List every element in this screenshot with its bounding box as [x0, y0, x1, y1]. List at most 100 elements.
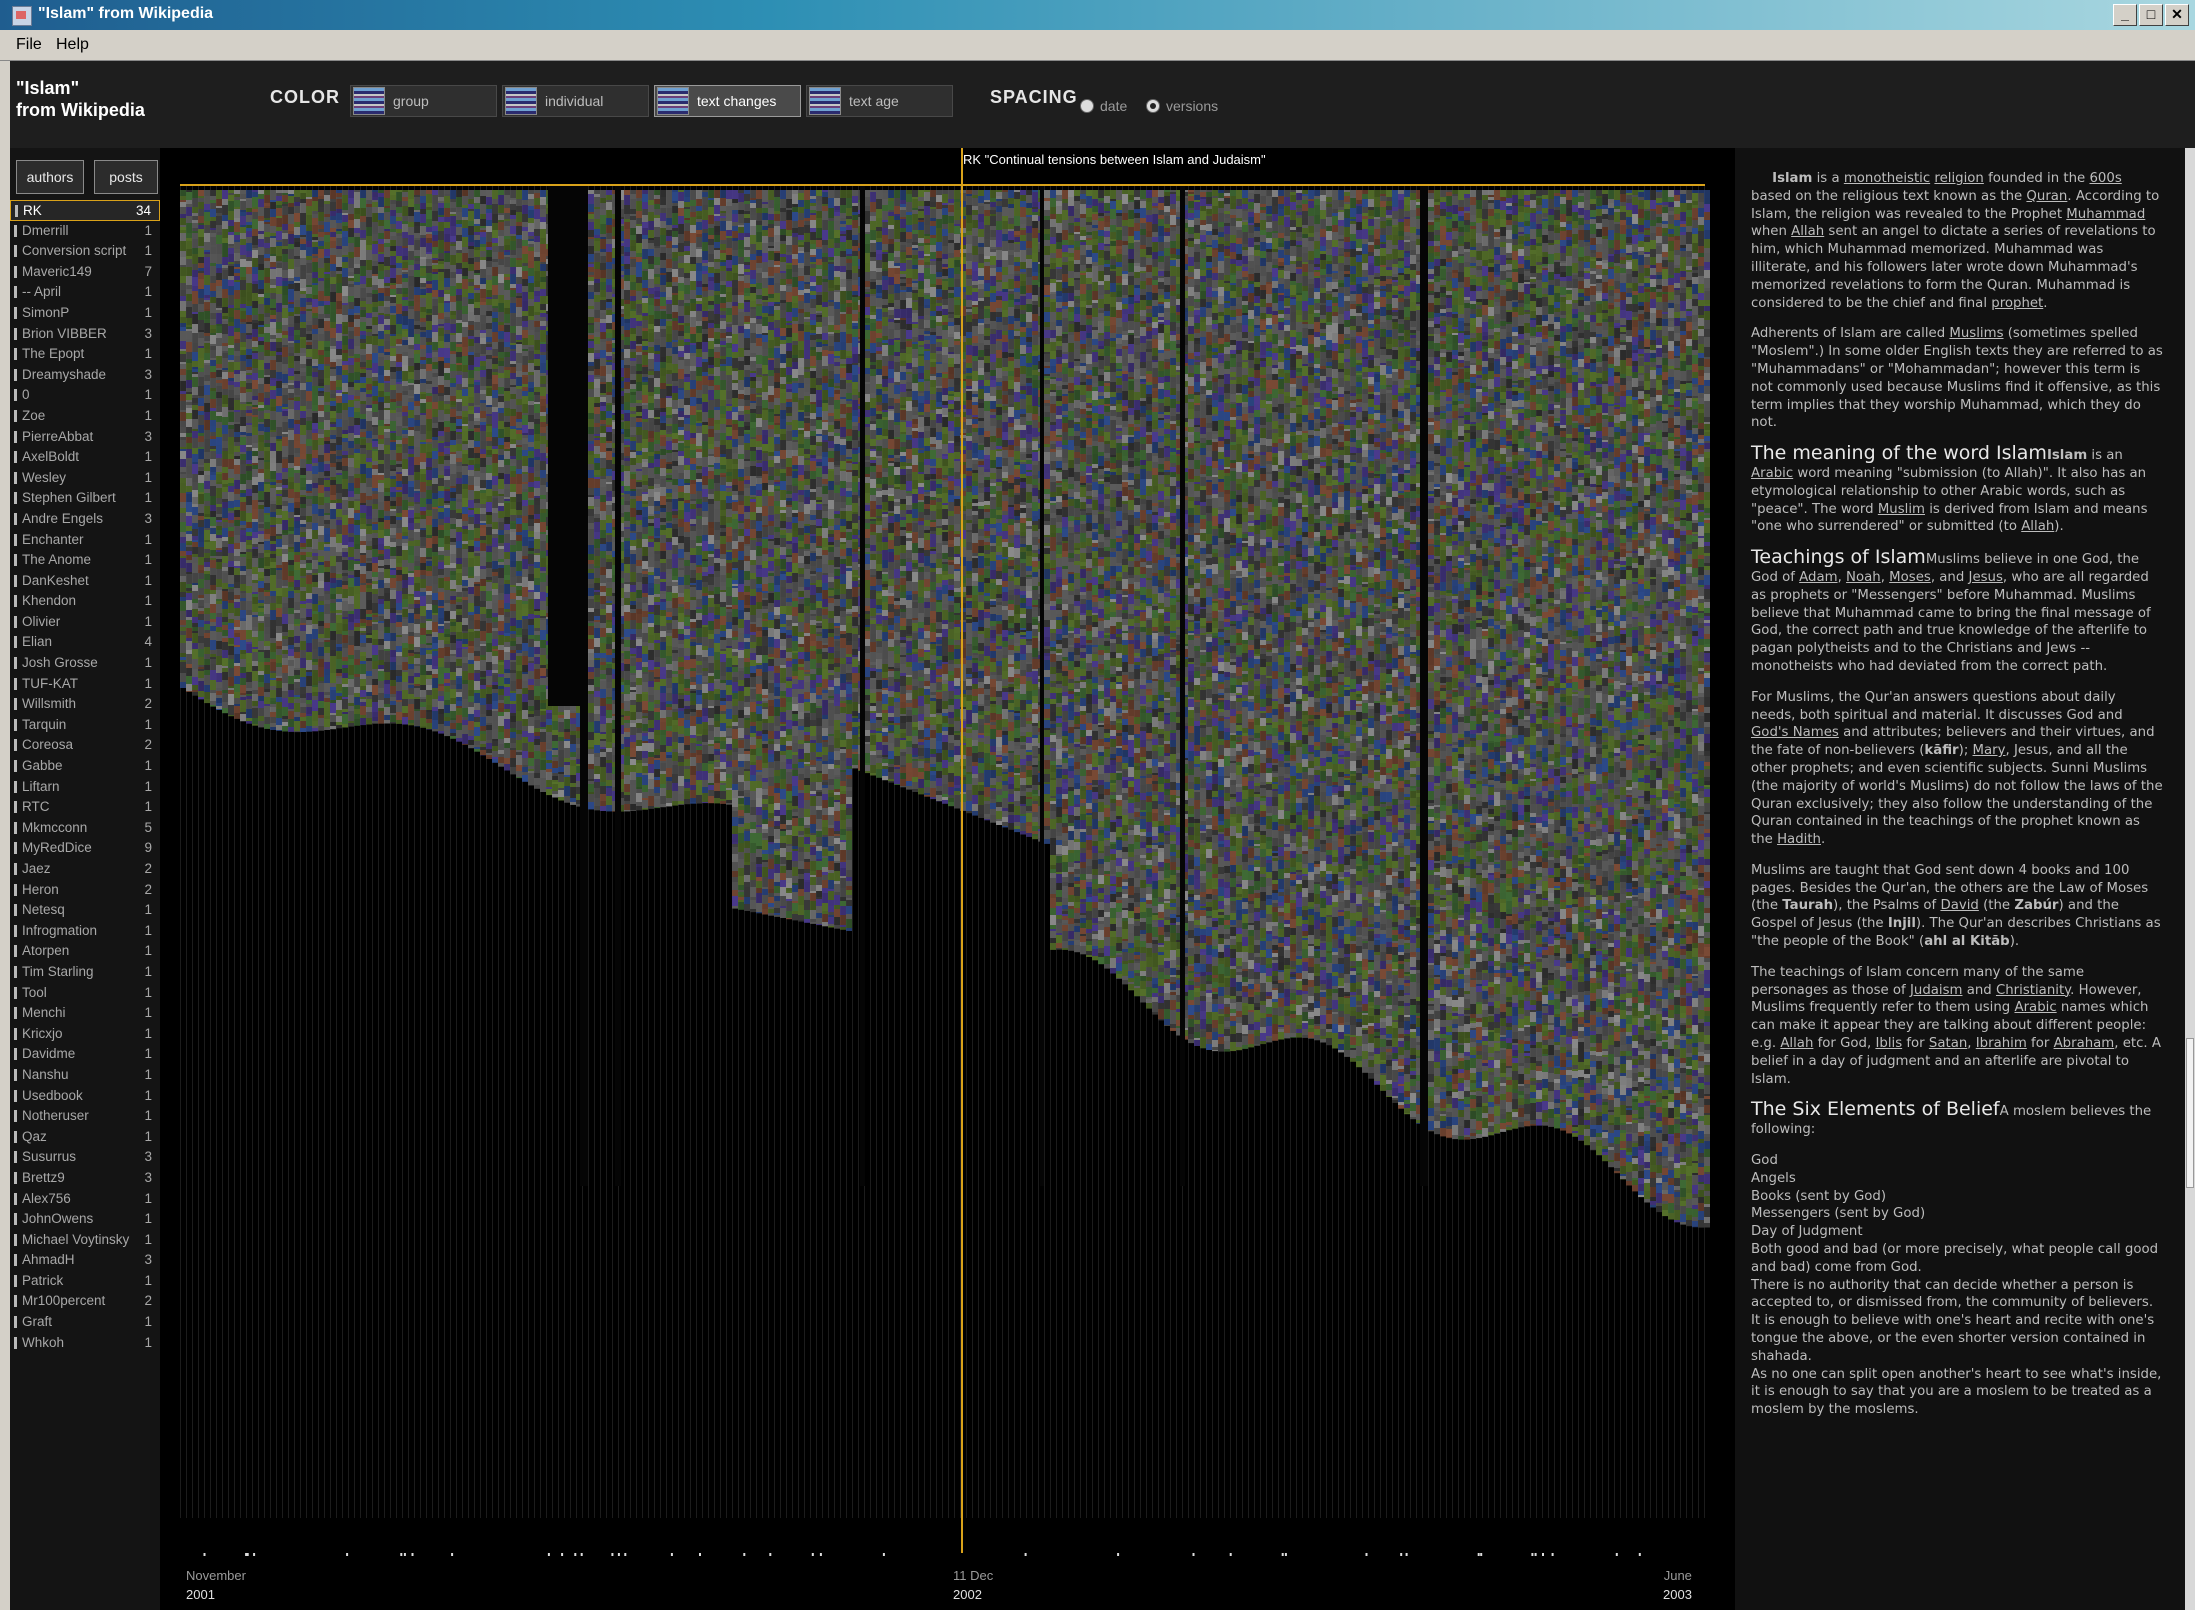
text-segment[interactable]	[198, 279, 204, 289]
text-segment[interactable]	[456, 472, 462, 478]
text-segment[interactable]	[180, 459, 186, 467]
text-segment[interactable]	[318, 659, 324, 667]
text-segment[interactable]	[294, 590, 300, 593]
text-segment[interactable]	[264, 220, 270, 222]
text-segment[interactable]	[258, 621, 264, 623]
text-segment[interactable]	[258, 608, 264, 612]
text-segment[interactable]	[372, 353, 378, 363]
text-segment[interactable]	[312, 560, 318, 569]
text-segment[interactable]	[402, 248, 408, 256]
text-segment[interactable]	[270, 704, 276, 707]
text-segment[interactable]	[456, 723, 462, 730]
text-segment[interactable]	[330, 328, 336, 338]
text-segment[interactable]	[264, 350, 270, 356]
text-segment[interactable]	[378, 190, 384, 193]
text-segment[interactable]	[390, 713, 396, 715]
text-segment[interactable]	[420, 530, 426, 537]
text-segment[interactable]	[216, 398, 222, 406]
text-segment[interactable]	[294, 688, 300, 695]
text-segment[interactable]	[324, 695, 330, 698]
text-segment[interactable]	[324, 278, 330, 280]
text-segment[interactable]	[240, 426, 246, 432]
text-segment[interactable]	[420, 469, 426, 474]
text-segment[interactable]	[192, 669, 198, 677]
text-segment[interactable]	[456, 564, 462, 569]
text-segment[interactable]	[396, 354, 402, 362]
text-segment[interactable]	[420, 575, 426, 579]
text-segment[interactable]	[342, 442, 348, 451]
text-segment[interactable]	[180, 611, 186, 620]
text-segment[interactable]	[384, 588, 390, 593]
text-segment[interactable]	[456, 357, 462, 363]
text-segment[interactable]	[378, 460, 384, 464]
text-segment[interactable]	[402, 657, 408, 662]
text-segment[interactable]	[426, 458, 432, 467]
text-segment[interactable]	[402, 426, 408, 428]
text-segment[interactable]	[426, 643, 432, 645]
text-segment[interactable]	[384, 653, 390, 655]
text-segment[interactable]	[396, 379, 402, 382]
text-segment[interactable]	[438, 367, 444, 376]
text-segment[interactable]	[204, 603, 210, 608]
text-segment[interactable]	[390, 421, 396, 431]
text-segment[interactable]	[336, 366, 342, 375]
text-segment[interactable]	[276, 263, 282, 268]
text-segment[interactable]	[210, 604, 216, 613]
text-segment[interactable]	[342, 277, 348, 286]
text-segment[interactable]	[288, 376, 294, 380]
text-segment[interactable]	[198, 483, 204, 492]
text-segment[interactable]	[234, 602, 240, 608]
text-segment[interactable]	[408, 497, 414, 502]
text-segment[interactable]	[216, 235, 222, 244]
text-segment[interactable]	[372, 613, 378, 615]
text-segment[interactable]	[318, 301, 324, 306]
history-flow-chart[interactable]	[160, 148, 1735, 1610]
color-mode-text-age-button[interactable]: text age	[806, 85, 953, 117]
text-segment[interactable]	[180, 301, 186, 311]
text-segment[interactable]	[294, 420, 300, 424]
text-segment[interactable]	[462, 347, 468, 356]
text-segment[interactable]	[246, 370, 252, 373]
text-segment[interactable]	[264, 634, 270, 641]
text-segment[interactable]	[384, 501, 390, 511]
text-segment[interactable]	[240, 714, 246, 721]
text-segment[interactable]	[354, 525, 360, 535]
text-segment[interactable]	[186, 668, 192, 676]
text-segment[interactable]	[210, 575, 216, 585]
text-segment[interactable]	[228, 266, 234, 276]
text-segment[interactable]	[378, 700, 384, 708]
text-segment[interactable]	[372, 572, 378, 577]
text-segment[interactable]	[432, 280, 438, 290]
text-segment[interactable]	[384, 707, 390, 715]
text-segment[interactable]	[384, 462, 390, 469]
text-segment[interactable]	[456, 541, 462, 548]
text-segment[interactable]	[318, 434, 324, 438]
text-segment[interactable]	[276, 388, 282, 396]
text-segment[interactable]	[378, 566, 384, 568]
text-segment[interactable]	[390, 623, 396, 633]
text-segment[interactable]	[228, 527, 234, 531]
text-segment[interactable]	[294, 283, 300, 291]
text-segment[interactable]	[192, 659, 198, 669]
text-segment[interactable]	[390, 229, 396, 232]
text-segment[interactable]	[252, 212, 258, 219]
text-segment[interactable]	[210, 436, 216, 439]
text-segment[interactable]	[180, 381, 186, 391]
text-segment[interactable]	[312, 696, 318, 700]
text-segment[interactable]	[300, 454, 306, 459]
text-segment[interactable]	[258, 524, 264, 528]
text-segment[interactable]	[354, 362, 360, 372]
text-segment[interactable]	[192, 507, 198, 515]
text-segment[interactable]	[432, 342, 438, 350]
text-segment[interactable]	[408, 577, 414, 585]
text-segment[interactable]	[432, 566, 438, 576]
text-segment[interactable]	[456, 390, 462, 399]
text-segment[interactable]	[288, 518, 294, 527]
text-segment[interactable]	[288, 527, 294, 531]
text-segment[interactable]	[306, 652, 312, 655]
text-segment[interactable]	[432, 459, 438, 468]
text-segment[interactable]	[408, 685, 414, 688]
text-segment[interactable]	[438, 658, 444, 667]
text-segment[interactable]	[426, 371, 432, 381]
text-segment[interactable]	[198, 248, 204, 257]
